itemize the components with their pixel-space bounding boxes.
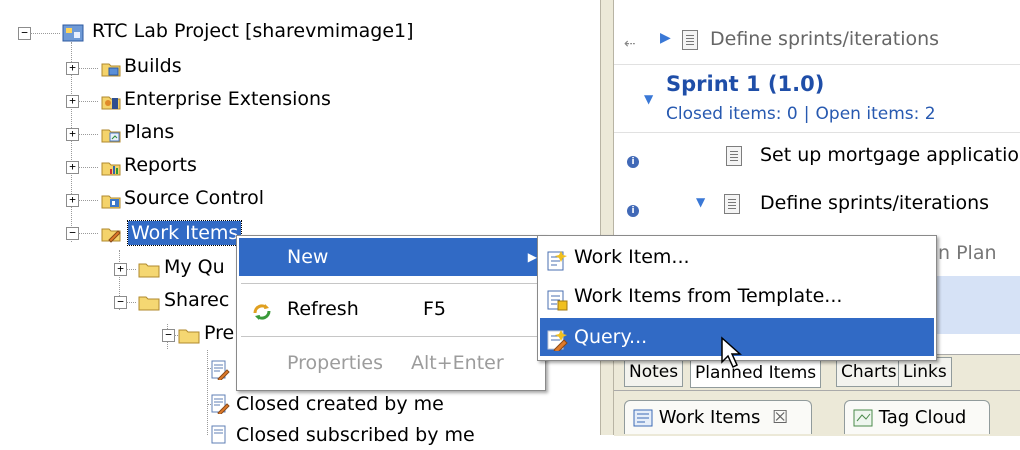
plan-item-partial[interactable]: n Plan	[938, 242, 997, 264]
folder-icon	[138, 259, 160, 279]
tab-work-items-view[interactable]: Work Items ☒	[624, 400, 812, 434]
tab-charts[interactable]: Charts	[836, 357, 902, 387]
expand-arrow-icon[interactable]: ▶	[660, 30, 671, 46]
info-icon: i	[627, 205, 639, 217]
folder-icon	[178, 325, 200, 345]
plan-item-setup-mortgage[interactable]: Set up mortgage applicatio	[760, 144, 1019, 166]
menu-item-refresh[interactable]: Refresh F5	[239, 290, 543, 328]
tree-item-source-control[interactable]: Source Control	[124, 187, 264, 209]
menu-item-new[interactable]: New ▶	[239, 238, 543, 276]
row-divider	[614, 64, 1020, 65]
reports-icon	[100, 157, 122, 177]
tab-planned-items[interactable]: Planned Items	[690, 357, 822, 388]
sash-divider[interactable]	[600, 0, 614, 435]
menu-item-new-label: New	[287, 246, 329, 268]
work-items-view-icon	[633, 409, 653, 427]
refresh-icon	[251, 298, 273, 320]
sprint-counts: Closed items: 0 | Open items: 2	[666, 102, 936, 124]
tree-item-my-queries[interactable]: My Qu	[164, 256, 225, 278]
collapse-arrow-icon[interactable]: ▼	[696, 195, 705, 209]
tree-guide-line	[78, 101, 98, 102]
menu-item-refresh-label: Refresh	[287, 298, 359, 320]
row-divider	[614, 132, 1020, 133]
tree-item-enterprise-extensions[interactable]: Enterprise Extensions	[124, 88, 331, 110]
tab-tag-cloud-view[interactable]: Tag Cloud	[844, 400, 990, 434]
menu-item-properties-label: Properties	[287, 352, 384, 374]
menu-item-properties-shortcut: Alt+Enter	[411, 352, 504, 374]
plans-icon	[100, 124, 122, 144]
tree-guide-line	[78, 200, 98, 201]
enterprise-extensions-icon	[100, 91, 122, 111]
tab-tag-cloud-label: Tag Cloud	[878, 407, 967, 428]
tree-guide-line	[207, 350, 208, 435]
query-icon	[209, 394, 231, 416]
query-icon	[546, 326, 568, 364]
menu-item-from-template-label: Work Items from Template...	[574, 285, 843, 307]
work-item-task-icon	[726, 146, 742, 166]
builds-icon	[100, 58, 122, 78]
project-area-icon	[62, 23, 84, 43]
tree-item-builds[interactable]: Builds	[124, 55, 182, 77]
tab-links[interactable]: Links	[898, 357, 952, 387]
context-menu: New ▶ Refresh F5 Properties Alt+Enter	[236, 235, 546, 391]
tree-guide-line	[126, 269, 136, 270]
closed-items-link[interactable]: Closed items: 0	[666, 104, 798, 124]
tree-item-shared-queries[interactable]: Sharec	[164, 289, 229, 311]
tree-guide-line	[78, 233, 98, 234]
back-arrow-icon[interactable]: ⇠	[624, 36, 636, 52]
menu-item-work-item[interactable]: Work Item...	[540, 238, 934, 276]
menu-item-properties[interactable]: Properties Alt+Enter	[239, 344, 543, 382]
collapse-arrow-icon[interactable]: ▼	[644, 92, 653, 106]
work-item-task-icon	[724, 194, 740, 214]
work-items-folder-icon	[100, 223, 122, 243]
tree-item-work-items[interactable]: Work Items	[126, 220, 243, 246]
tree-item-closed-subscribed-by-me[interactable]: Closed subscribed by me	[236, 424, 475, 446]
open-items-link[interactable]: Open items: 2	[816, 104, 936, 124]
menu-item-query-label: Query...	[574, 326, 648, 348]
tag-cloud-icon	[853, 409, 873, 427]
link-separator: |	[803, 104, 810, 124]
tab-notes[interactable]: Notes	[624, 357, 684, 387]
submenu-arrow-icon: ▶	[527, 250, 537, 264]
info-icon: i	[627, 156, 639, 168]
plan-item-define-sprints[interactable]: Define sprints/iterations	[760, 192, 989, 214]
menu-item-work-items-from-template[interactable]: Work Items from Template...	[540, 277, 934, 315]
plan-row-define-sprints[interactable]: Define sprints/iterations	[710, 28, 939, 50]
tree-guide-line	[78, 134, 98, 135]
tab-work-items-label: Work Items	[658, 407, 761, 428]
mouse-cursor-icon	[720, 336, 746, 370]
source-control-icon	[100, 190, 122, 210]
work-item-task-icon	[682, 30, 698, 50]
tree-guide-line	[78, 167, 98, 168]
tree-guide-line	[126, 302, 136, 303]
tree-guide-line	[78, 68, 98, 69]
sprint-title[interactable]: Sprint 1 (1.0)	[666, 72, 824, 96]
project-area-label[interactable]: RTC Lab Project [sharevmimage1]	[92, 20, 414, 42]
folder-icon	[138, 292, 160, 312]
menu-separator	[241, 283, 541, 284]
query-icon	[209, 360, 231, 382]
view-tabs: Work Items ☒ Tag Cloud	[614, 390, 1020, 436]
menu-item-work-item-label: Work Item...	[574, 246, 690, 268]
tree-item-predefined[interactable]: Pre	[204, 322, 234, 344]
query-icon	[209, 425, 231, 445]
close-icon[interactable]: ☒	[772, 407, 788, 428]
tree-item-plans[interactable]: Plans	[124, 121, 174, 143]
menu-item-refresh-shortcut: F5	[423, 298, 447, 320]
tree-item-reports[interactable]: Reports	[124, 154, 197, 176]
menu-separator	[241, 336, 541, 337]
tree-guide-line	[30, 33, 60, 34]
tree-item-closed-created-by-me[interactable]: Closed created by me	[236, 393, 444, 415]
